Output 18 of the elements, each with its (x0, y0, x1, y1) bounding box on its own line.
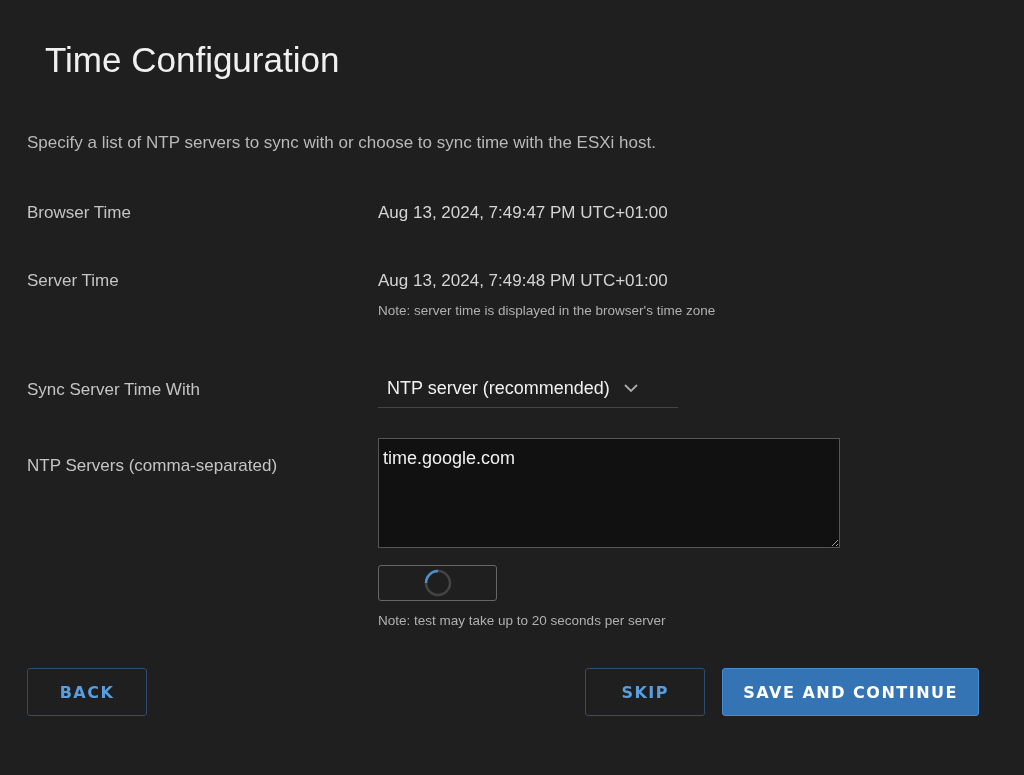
chevron-down-icon (623, 384, 638, 393)
skip-button[interactable]: SKIP (585, 668, 706, 716)
ntp-servers-field[interactable]: time.google.com (378, 438, 840, 548)
save-button[interactable]: SAVE AND CONTINUE (722, 668, 979, 716)
field-label: Sync Server Time With (27, 379, 201, 401)
note-text: Note: test may take up to 20 seconds per server (378, 613, 667, 628)
field-value: Aug 13, 2024, 7:49:47 PM UTC+01:00 (378, 203, 668, 222)
sync-dropdown[interactable]: NTP server (recommended) (378, 374, 678, 408)
field-label: NTP Servers (comma-separated) (27, 456, 279, 477)
back-button[interactable]: BACK (27, 668, 147, 716)
field-label: Server Time (27, 271, 120, 292)
field-label: Browser Time (27, 203, 132, 224)
note-text: Note: server time is displayed in the browser's time zone (378, 303, 717, 318)
field-value: Aug 13, 2024, 7:49:48 PM UTC+01:00 (378, 271, 668, 290)
test-button[interactable] (378, 565, 497, 601)
spinner-icon (423, 569, 452, 597)
page-title: Time Configuration (45, 40, 341, 80)
description-text: Specify a list of NTP servers to sync with or choose to sync time with the ESXi host. (27, 133, 657, 153)
